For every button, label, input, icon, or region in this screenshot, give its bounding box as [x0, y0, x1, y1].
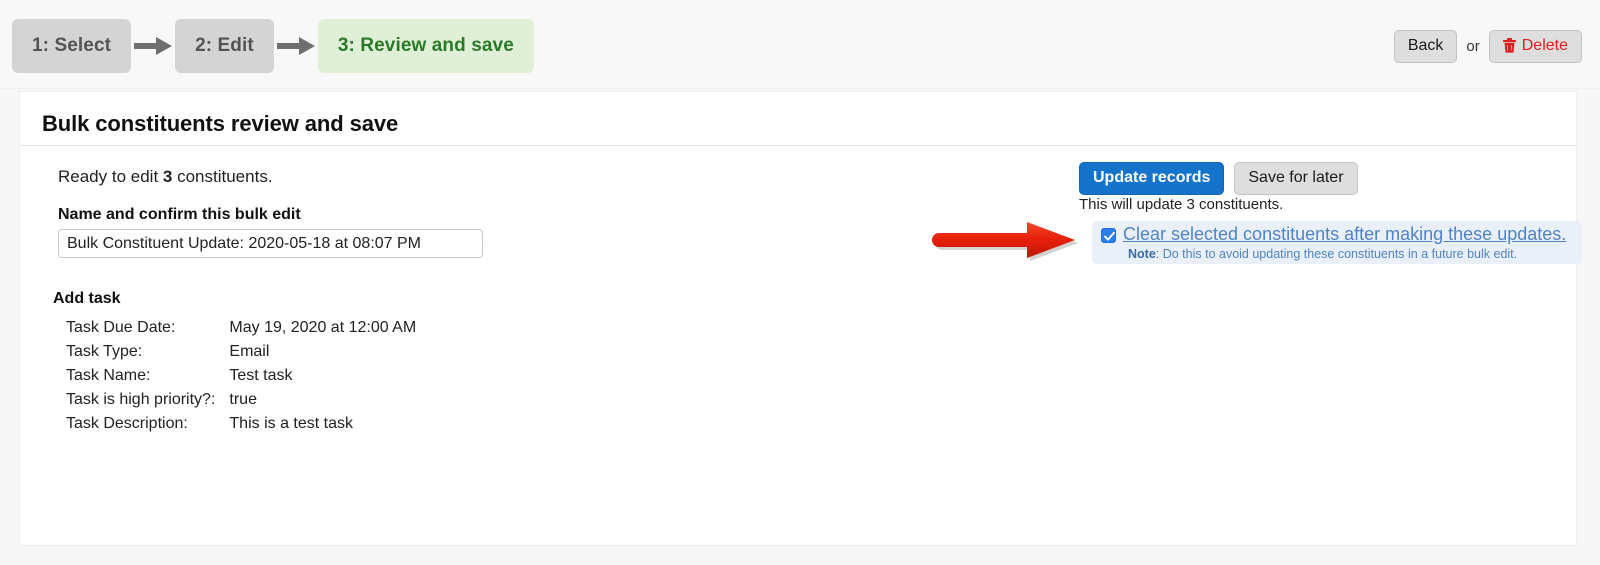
ready-prefix: Ready to edit: [58, 167, 163, 186]
table-row: Task Name: Test task: [66, 368, 416, 392]
ready-to-edit-summary: Ready to edit 3 constituents.: [58, 167, 273, 187]
table-row: Task Due Date: May 19, 2020 at 12:00 AM: [66, 320, 416, 344]
delete-button-label: Delete: [1521, 37, 1568, 54]
wizard-step-2-edit[interactable]: 2: Edit: [175, 19, 274, 73]
table-row: Task Type: Email: [66, 344, 416, 368]
table-row: Task Description: This is a test task: [66, 416, 416, 440]
delete-button[interactable]: Delete: [1488, 30, 1582, 63]
wizard-header-bar: 1: Select 2: Edit 3: Review and save Bac…: [0, 0, 1600, 89]
task-due-date-value: May 19, 2020 at 12:00 AM: [229, 319, 417, 336]
clear-constituents-callout: Clear selected constituents after making…: [1092, 221, 1582, 264]
clear-constituents-note: Note: Do this to avoid updating these co…: [1128, 247, 1517, 261]
or-separator-label: or: [1466, 37, 1480, 55]
note-bold-label: Note: [1128, 247, 1156, 261]
save-for-later-button[interactable]: Save for later: [1234, 162, 1358, 195]
task-type-key: Task Type:: [66, 343, 143, 360]
wizard-arrow-2-icon: [274, 19, 318, 73]
bulk-edit-name-input[interactable]: [58, 229, 483, 258]
page-title: Bulk constituents review and save: [42, 111, 399, 136]
back-button[interactable]: Back: [1393, 30, 1458, 63]
task-details-table: Task Due Date: May 19, 2020 at 12:00 AM …: [66, 320, 416, 440]
note-text: : Do this to avoid updating these consti…: [1155, 247, 1518, 261]
will-update-count-text: This will update 3 constituents.: [1079, 196, 1284, 213]
wizard-arrow-1-icon: [131, 19, 175, 73]
title-divider: [20, 145, 1576, 146]
task-name-value: Test task: [229, 367, 293, 384]
wizard-step-3-label: 3: Review and save: [337, 35, 514, 56]
update-records-button[interactable]: Update records: [1079, 162, 1225, 195]
table-row: Task is high priority?: true: [66, 392, 416, 416]
task-high-priority-value: true: [229, 391, 257, 408]
task-description-value: This is a test task: [229, 415, 353, 432]
task-high-priority-key: Task is high priority?:: [66, 391, 216, 408]
ready-count: 3: [162, 167, 173, 186]
wizard-step-1-select[interactable]: 1: Select: [12, 19, 132, 73]
wizard-steps: 1: Select 2: Edit 3: Review and save: [12, 19, 534, 73]
save-action-group: Update records Save for later: [1079, 162, 1358, 195]
task-due-date-key: Task Due Date:: [66, 319, 176, 336]
main-content-card: Bulk constituents review and save Ready …: [20, 92, 1582, 545]
task-description-key: Task Description:: [66, 415, 188, 432]
task-name-key: Task Name:: [66, 367, 151, 384]
ready-suffix: constituents.: [172, 167, 273, 186]
clear-constituents-label[interactable]: Clear selected constituents after making…: [1123, 224, 1566, 245]
bulk-edit-name-label: Name and confirm this bulk edit: [58, 206, 301, 223]
wizard-step-2-label: 2: Edit: [195, 35, 254, 56]
task-type-value: Email: [229, 343, 270, 360]
clear-constituents-checkbox[interactable]: [1101, 228, 1116, 243]
add-task-section-title: Add task: [53, 290, 121, 307]
wizard-step-1-label: 1: Select: [32, 35, 112, 56]
app-screen: 1: Select 2: Edit 3: Review and save Bac…: [0, 0, 1600, 565]
trash-icon: [1502, 38, 1516, 53]
wizard-step-3-review-and-save[interactable]: 3: Review and save: [317, 19, 534, 73]
top-action-group: Back or Delete: [1393, 30, 1582, 63]
